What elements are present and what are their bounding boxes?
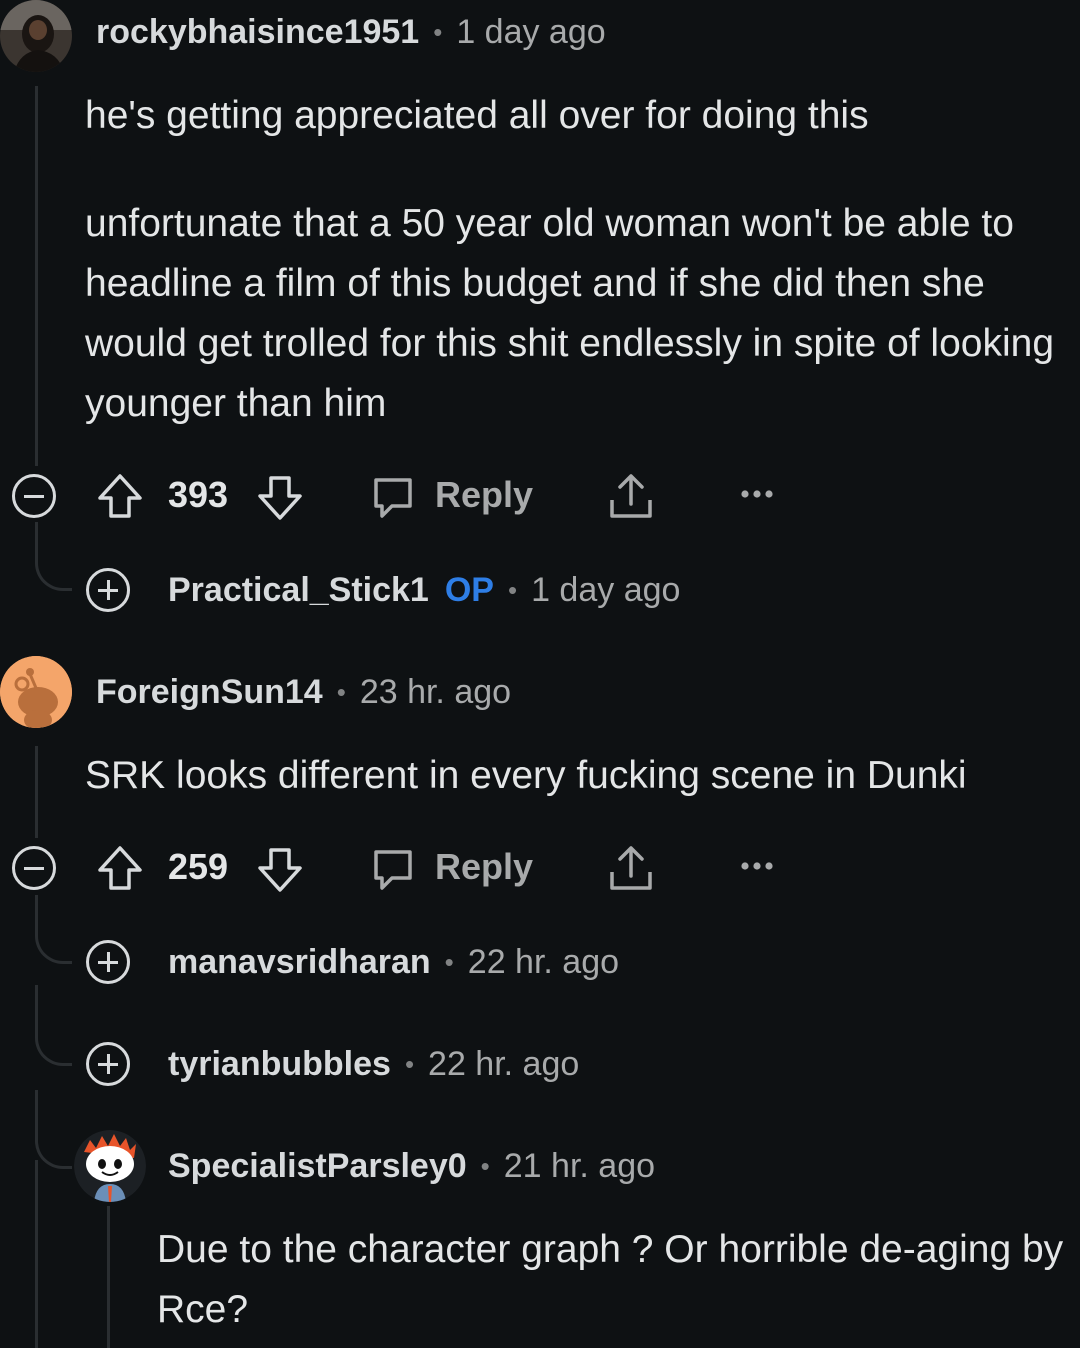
expand-icon[interactable]: [86, 1042, 130, 1086]
upvote-icon[interactable]: [96, 844, 144, 892]
username[interactable]: rockybhaisince1951: [96, 13, 419, 52]
collapsed-reply[interactable]: manavsridharan • 22 hr. ago: [168, 934, 619, 990]
downvote-icon[interactable]: [256, 474, 304, 522]
separator: •: [507, 574, 518, 605]
thread-elbow-4: [35, 1090, 72, 1169]
thread-line-main-tail: [35, 1160, 38, 1348]
separator: •: [404, 1048, 415, 1079]
timestamp[interactable]: 22 hr. ago: [468, 943, 619, 982]
more-icon[interactable]: [740, 488, 774, 500]
separator: •: [336, 676, 346, 707]
share-icon[interactable]: [608, 844, 654, 892]
timestamp[interactable]: 1 day ago: [531, 571, 680, 610]
share-icon[interactable]: [608, 472, 654, 520]
username[interactable]: manavsridharan: [168, 943, 431, 982]
thread-elbow-2: [35, 895, 72, 964]
username[interactable]: SpecialistParsley0: [168, 1147, 467, 1186]
vote-score: 259: [168, 846, 229, 887]
collapse-icon[interactable]: [12, 474, 56, 518]
separator: •: [433, 16, 443, 47]
username[interactable]: ForeignSun14: [96, 673, 323, 712]
comment-actions: 259 Reply: [12, 838, 812, 898]
collapsed-reply[interactable]: tyrianbubbles • 22 hr. ago: [168, 1036, 579, 1092]
thread-line-2: [35, 746, 38, 838]
comment-meta: rockybhaisince1951 • 1 day ago: [96, 4, 606, 60]
thread-elbow-3: [35, 985, 72, 1066]
downvote-icon[interactable]: [256, 846, 304, 894]
comment-body: SRK looks different in every fucking sce…: [85, 746, 1070, 806]
expand-icon[interactable]: [86, 568, 130, 612]
comment-paragraph: SRK looks different in every fucking sce…: [85, 754, 967, 797]
avatar[interactable]: [74, 1130, 146, 1202]
collapsed-reply[interactable]: Practical_Stick1 OP • 1 day ago: [168, 562, 680, 618]
comment-body: he's getting appreciated all over for do…: [85, 86, 1070, 434]
thread-line-nested: [107, 1206, 110, 1348]
collapse-icon[interactable]: [12, 846, 56, 890]
username[interactable]: Practical_Stick1: [168, 571, 429, 610]
more-icon[interactable]: [740, 860, 774, 872]
upvote-icon[interactable]: [96, 472, 144, 520]
comment-paragraph: Due to the character graph ? Or horrible…: [157, 1228, 1064, 1331]
thread-elbow-1: [35, 522, 72, 591]
reply-button[interactable]: Reply: [435, 474, 533, 516]
timestamp[interactable]: 1 day ago: [456, 13, 605, 52]
username[interactable]: tyrianbubbles: [168, 1045, 391, 1084]
reply-button[interactable]: Reply: [435, 846, 533, 888]
thread-line-1: [35, 86, 38, 466]
expand-icon[interactable]: [86, 940, 130, 984]
separator: •: [480, 1150, 490, 1181]
snoo-avatar-icon: [74, 1130, 146, 1202]
comment-body: Due to the character graph ? Or horrible…: [157, 1220, 1072, 1340]
comment-actions: 393 Reply: [12, 466, 812, 526]
timestamp[interactable]: 21 hr. ago: [504, 1147, 655, 1186]
comment-meta: SpecialistParsley0 • 21 hr. ago: [168, 1138, 655, 1194]
vote-score: 393: [168, 474, 229, 515]
comment-paragraph: he's getting appreciated all over for do…: [85, 94, 869, 137]
op-badge: OP: [444, 570, 494, 609]
comment-paragraph: [85, 146, 1070, 194]
reply-icon[interactable]: [370, 846, 416, 892]
avatar-image-icon: [0, 0, 72, 72]
comment-meta: ForeignSun14 • 23 hr. ago: [96, 664, 511, 720]
timestamp[interactable]: 22 hr. ago: [428, 1045, 579, 1084]
snoo-avatar-icon: [0, 656, 72, 728]
timestamp[interactable]: 23 hr. ago: [360, 673, 511, 712]
reply-icon[interactable]: [370, 474, 416, 520]
avatar[interactable]: [0, 656, 72, 728]
avatar[interactable]: [0, 0, 72, 72]
separator: •: [444, 946, 454, 977]
comment-paragraph: unfortunate that a 50 year old woman won…: [85, 202, 1055, 425]
